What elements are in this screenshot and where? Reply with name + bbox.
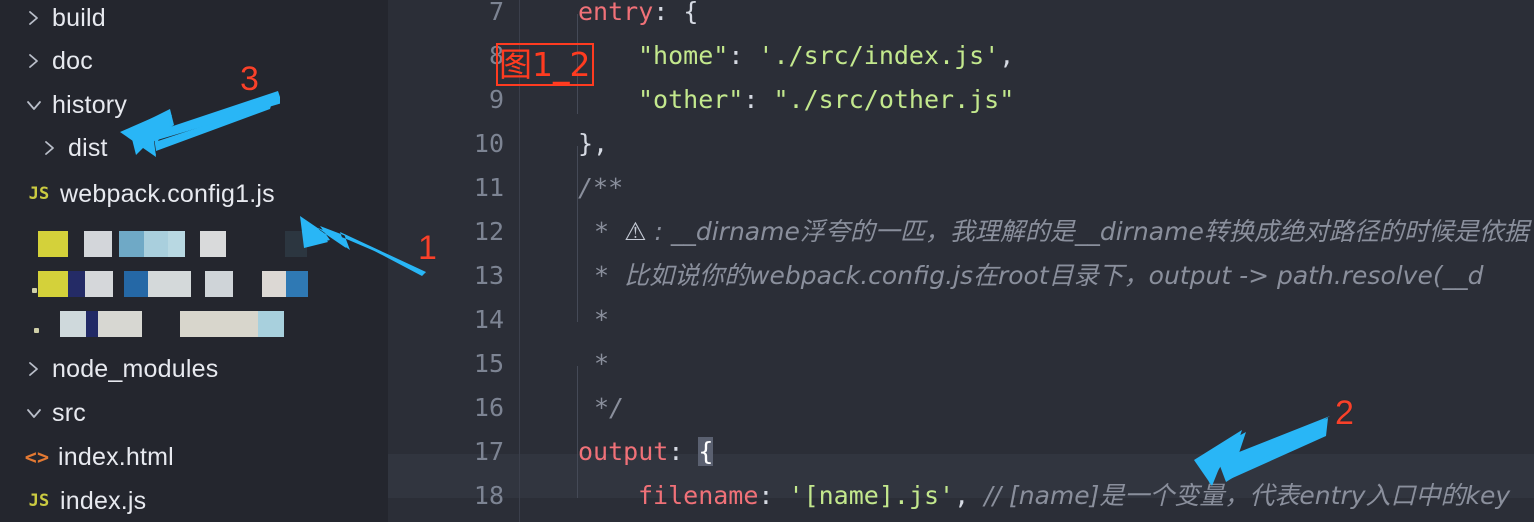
line-number: 11 — [473, 173, 504, 202]
token-comment: */ — [594, 393, 625, 422]
line-number: 9 — [488, 85, 504, 114]
line-number: 15 — [473, 349, 504, 378]
token-keyword: filename — [638, 481, 759, 510]
token-comment: * — [594, 349, 610, 378]
code-line-12[interactable]: * ⚠ : __dirname浮夸的一匹，我理解的是__dirname转换成绝对… — [520, 210, 1534, 254]
mosaic-block — [124, 271, 148, 297]
line-number: 8 — [488, 41, 504, 70]
annotation-marker-1: 1 — [418, 229, 437, 267]
token-brace: { — [683, 0, 699, 26]
code-line-10[interactable]: }, — [520, 122, 1534, 166]
mosaic-block — [84, 231, 112, 257]
code-line-17[interactable]: output: { — [520, 430, 1534, 474]
mosaic-block — [144, 231, 168, 257]
chevron-right-icon[interactable] — [22, 347, 46, 391]
token-key-string: "other" — [638, 85, 744, 114]
token-punct: , — [954, 481, 985, 510]
mosaic-block — [286, 271, 308, 297]
token-keyword: output — [578, 437, 669, 466]
code-line-14[interactable]: * — [520, 298, 1534, 342]
code-line-7[interactable]: entry: { — [520, 0, 1534, 34]
chevron-down-icon[interactable] — [22, 391, 46, 435]
mosaic-block — [86, 311, 98, 337]
token-comment: * — [594, 217, 625, 246]
mosaic-block — [85, 271, 113, 297]
token-comment: : __dirname浮夸的一匹，我理解的是__dirname转换成绝对路径的时… — [646, 217, 1529, 246]
token-comment: * — [594, 305, 610, 334]
token-brace-match: { — [698, 437, 714, 466]
sidebar-item-index-js[interactable]: JS index.js — [0, 479, 388, 522]
line-number: 7 — [488, 0, 504, 26]
token-comment: * — [594, 261, 625, 290]
token-brace: }, — [578, 129, 609, 158]
mosaic-block — [168, 231, 185, 257]
token-comment: 比如说你的webpack.config.js在root目录下，output ->… — [624, 261, 1484, 290]
annotation-marker-2: 2 — [1335, 394, 1354, 432]
code-line-15[interactable]: * — [520, 342, 1534, 386]
token-punct: , — [999, 41, 1015, 70]
sidebar-item-label: node_modules — [52, 354, 219, 383]
token-comment: // [name]是一个变量，代表entry入口中的key — [984, 481, 1511, 510]
token-punct: : — [668, 437, 699, 466]
line-number: 10 — [473, 129, 504, 158]
token-string: "./src/other.js" — [773, 85, 1015, 114]
sidebar-item-index-html[interactable]: <> index.html — [0, 435, 388, 479]
sidebar-item-label: index.js — [60, 486, 147, 515]
file-explorer-sidebar: build doc history dist JS webpack.config… — [0, 0, 388, 522]
line-number: 16 — [473, 393, 504, 422]
line-number: 19 — [388, 518, 504, 522]
code-line-9[interactable]: "other": "./src/other.js" — [520, 78, 1534, 122]
line-number: 17 — [473, 437, 504, 466]
screenshot-root: build doc history dist JS webpack.config… — [0, 0, 1534, 522]
code-line-11[interactable]: /** — [520, 166, 1534, 210]
mosaic-block — [200, 231, 226, 257]
token-keyword: entry — [578, 0, 654, 26]
code-line-18[interactable]: filename: '[name].js', // [name]是一个变量，代表… — [520, 474, 1534, 518]
line-number: 12 — [473, 217, 504, 246]
token-punct: : — [728, 41, 759, 70]
mosaic-block — [180, 311, 258, 337]
token-punct: : — [653, 0, 684, 26]
token-string: './src/index.js' — [758, 41, 1000, 70]
mosaic-block — [119, 231, 144, 257]
mosaic-block — [68, 271, 85, 297]
annotation-marker-3: 3 — [240, 60, 259, 98]
mosaic-dot — [34, 328, 39, 333]
mosaic-block — [60, 311, 86, 337]
mosaic-block — [148, 271, 191, 297]
mosaic-block — [38, 271, 68, 297]
token-punct: : — [758, 481, 789, 510]
token-string: '[name].js' — [788, 481, 955, 510]
mosaic-block — [38, 231, 68, 257]
code-line-8[interactable]: "home": './src/index.js', — [520, 34, 1534, 78]
mosaic-block — [258, 311, 284, 337]
code-line-13[interactable]: * 比如说你的webpack.config.js在root目录下，output … — [520, 254, 1534, 298]
code-line-16[interactable]: */ — [520, 386, 1534, 430]
token-key-string: "home" — [638, 41, 729, 70]
mosaic-block — [262, 271, 286, 297]
sidebar-item-node-modules[interactable]: node_modules — [0, 347, 388, 391]
mosaic-block — [98, 311, 142, 337]
annotation-label-box: 图1_2 — [496, 43, 594, 86]
line-number: 18 — [473, 481, 504, 510]
mosaic-block — [205, 271, 233, 297]
html-file-icon: <> — [24, 445, 50, 469]
annotation-label-text: 图1_2 — [496, 43, 594, 86]
mosaic-dot — [32, 288, 37, 293]
line-number: 13 — [473, 261, 504, 290]
sidebar-item-src[interactable]: src — [0, 391, 388, 435]
js-file-icon: JS — [28, 491, 50, 511]
code-line-19[interactable]: // path: path.resolve(__dirname, '../dis… — [520, 518, 1534, 522]
mosaic-block — [285, 231, 307, 257]
token-punct: : — [743, 85, 774, 114]
token-comment: /** — [578, 173, 624, 202]
sidebar-item-label: src — [52, 398, 86, 427]
line-number: 14 — [473, 305, 504, 334]
sidebar-item-label: index.html — [58, 442, 174, 471]
warning-emoji-icon: ⚠ — [624, 217, 647, 246]
